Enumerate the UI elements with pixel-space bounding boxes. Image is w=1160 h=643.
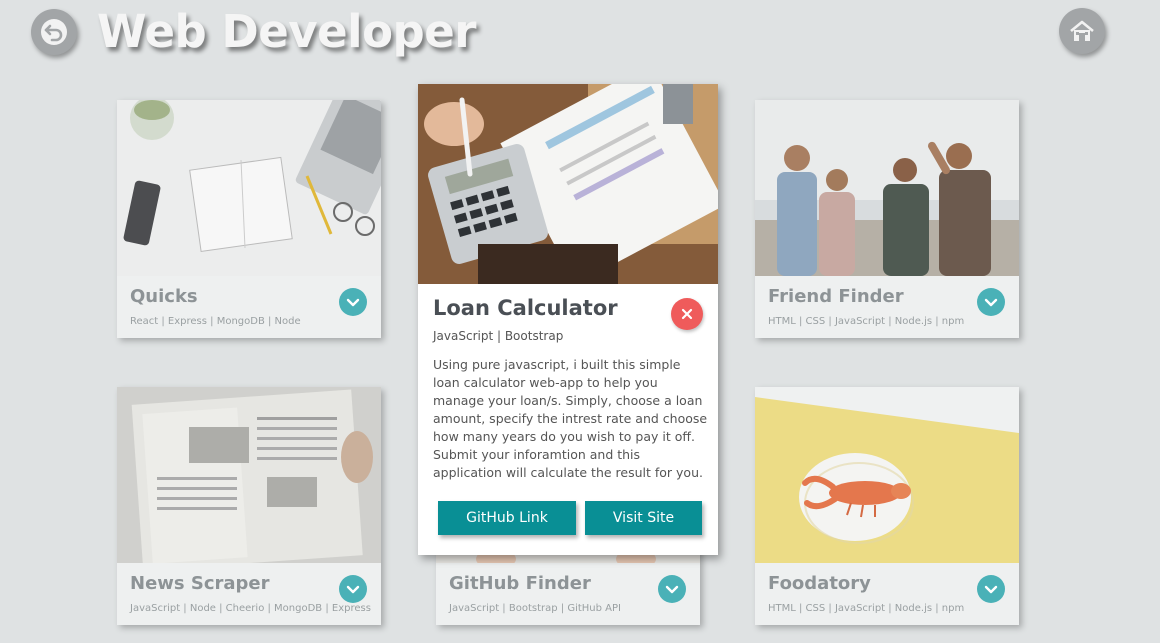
back-arrow-icon — [41, 19, 67, 45]
project-image — [117, 100, 381, 276]
chevron-down-icon — [665, 585, 679, 594]
project-card-foodatory[interactable]: Foodatory HTML | CSS | JavaScript | Node… — [755, 387, 1019, 625]
chevron-down-icon — [984, 585, 998, 594]
home-icon — [1070, 20, 1094, 41]
close-icon — [681, 308, 693, 320]
github-link-button[interactable]: GitHub Link — [438, 501, 576, 535]
chevron-down-icon — [346, 585, 360, 594]
project-card-news-scraper[interactable]: News Scraper JavaScript | Node | Cheerio… — [117, 387, 381, 625]
project-image — [117, 387, 381, 563]
chevron-down-icon — [346, 298, 360, 307]
project-title: Foodatory — [768, 573, 871, 594]
project-title: Loan Calculator — [433, 296, 618, 320]
project-tags: HTML | CSS | JavaScript | Node.js | npm — [768, 316, 965, 327]
project-description: Using pure javascript, i built this simp… — [433, 357, 708, 480]
project-tags: JavaScript | Node | Cheerio | MongoDB | … — [130, 603, 371, 614]
project-tags: JavaScript | Bootstrap | GitHub API — [449, 603, 621, 614]
project-tags: React | Express | MongoDB | Node — [130, 316, 301, 327]
project-image — [755, 100, 1019, 276]
expand-button[interactable] — [977, 288, 1005, 316]
expand-button[interactable] — [339, 288, 367, 316]
project-card-quicks[interactable]: Quicks React | Express | MongoDB | Node — [117, 100, 381, 338]
project-title: GitHub Finder — [449, 573, 591, 594]
expand-button[interactable] — [977, 575, 1005, 603]
project-title: Friend Finder — [768, 286, 904, 307]
expand-button[interactable] — [658, 575, 686, 603]
project-card-friend-finder[interactable]: Friend Finder HTML | CSS | JavaScript | … — [755, 100, 1019, 338]
project-title: News Scraper — [130, 573, 270, 594]
visit-site-button[interactable]: Visit Site — [585, 501, 702, 535]
project-title: Quicks — [130, 286, 198, 307]
project-tags: HTML | CSS | JavaScript | Node.js | npm — [768, 603, 965, 614]
home-button[interactable] — [1059, 8, 1105, 54]
project-image — [418, 84, 718, 284]
project-image — [755, 387, 1019, 563]
back-button[interactable] — [31, 9, 77, 55]
project-detail-card: Loan Calculator JavaScript | Bootstrap U… — [418, 84, 718, 555]
project-tags: JavaScript | Bootstrap — [433, 329, 564, 343]
chevron-down-icon — [984, 298, 998, 307]
page-title: Web Developer — [97, 5, 476, 58]
close-button[interactable] — [671, 298, 703, 330]
expand-button[interactable] — [339, 575, 367, 603]
